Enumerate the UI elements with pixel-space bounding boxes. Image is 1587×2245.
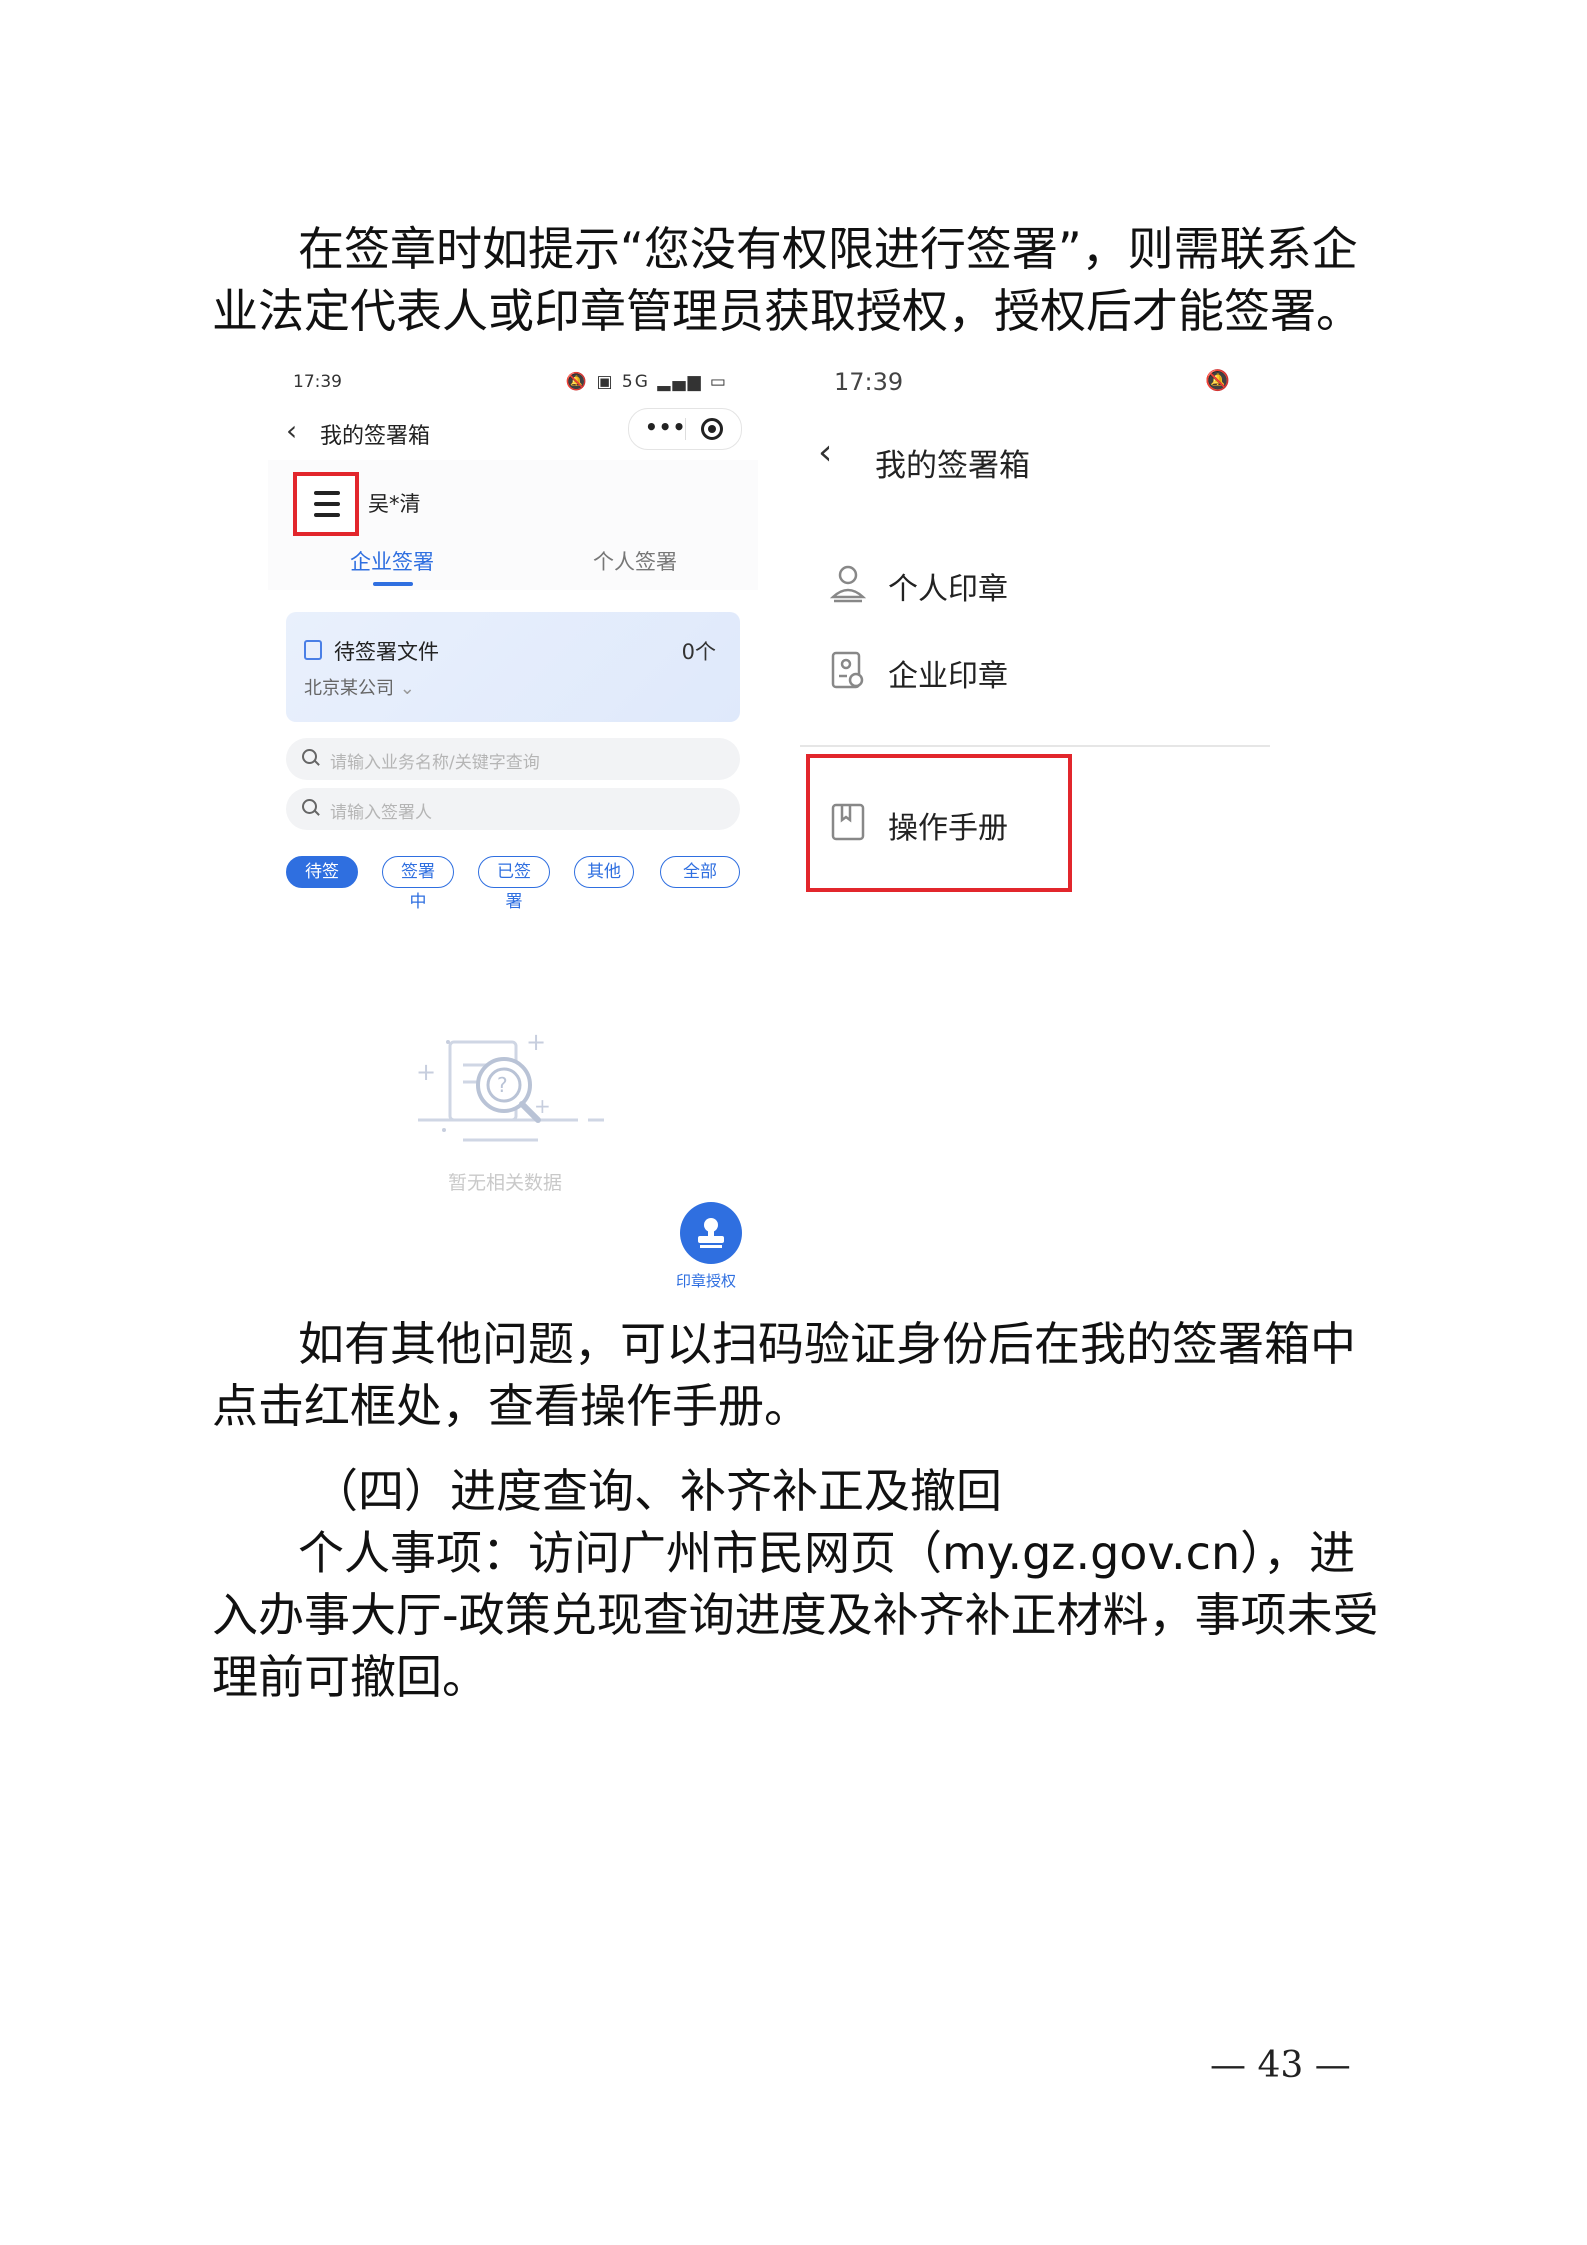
paragraph-permission-hint: 在签章时如提示“您没有权限进行签署”，则需联系企业法定代表人或印章管理员获取授权…	[212, 218, 1388, 342]
company-name: 北京某公司	[304, 678, 394, 699]
svg-text:?: ?	[497, 1073, 508, 1097]
search-icon	[302, 799, 317, 814]
more-icon[interactable]: •••	[645, 415, 686, 439]
status-icons: 🔕	[1205, 368, 1230, 392]
seal-authorization-button[interactable]	[680, 1202, 742, 1264]
person-seal-icon	[830, 565, 866, 603]
document-icon	[304, 640, 322, 660]
filter-signed[interactable]: 已签署	[478, 856, 550, 912]
pending-count: 0个	[681, 640, 716, 664]
chevron-down-icon: ⌄	[399, 678, 415, 699]
user-name: 吴*清	[368, 492, 421, 516]
back-icon[interactable]: ‹	[286, 414, 297, 447]
page-title: 我的签署箱	[875, 448, 1030, 484]
tab-indicator	[373, 582, 413, 586]
menu-divider	[800, 745, 1270, 747]
page-number: — 43 —	[1210, 2045, 1351, 2086]
filter-pending[interactable]: 待签署	[286, 856, 358, 912]
enterprise-seal-icon	[831, 651, 864, 689]
pending-documents-card[interactable]: 待签署文件 0个 北京某公司 ⌄	[286, 612, 740, 722]
filter-other[interactable]: 其他	[574, 856, 634, 888]
search-signer-input[interactable]: 请输入签署人	[286, 788, 740, 830]
screenshot-signing-box: 17:39 🔕 ▣ 5G ▂▄▆ ▭ ‹ 我的签署箱 ••• 吴*清 企业签署 …	[268, 360, 758, 1310]
paragraph-text: 个人事项：访问广州市民网页（my.gz.gov.cn），进入办事大厅-政策兑现查…	[212, 1526, 1379, 1704]
capsule-divider	[685, 418, 686, 440]
paragraph-personal-matters: 个人事项：访问广州市民网页（my.gz.gov.cn），进入办事大厅-政策兑现查…	[212, 1522, 1388, 1708]
pending-title: 待签署文件	[334, 640, 439, 664]
paragraph-text: 在签章时如提示“您没有权限进行签署”，则需联系企业法定代表人或印章管理员获取授权…	[212, 222, 1362, 338]
menu-item-label: 企业印章	[888, 659, 1008, 694]
filter-all[interactable]: 全部	[660, 856, 740, 888]
stamp-icon	[698, 1218, 724, 1248]
svg-text:+: +	[416, 1058, 436, 1086]
search-icon	[302, 749, 317, 764]
page-title: 我的签署箱	[320, 424, 431, 449]
empty-state-icon: ? + + +	[416, 1028, 604, 1142]
search-placeholder: 请输入签署人	[330, 803, 432, 823]
close-miniapp-icon[interactable]	[701, 418, 723, 440]
menu-icon[interactable]	[293, 472, 359, 536]
section-heading: （四）进度查询、补齐补正及撤回	[212, 1460, 1388, 1522]
screenshot-signing-box-menu: 17:39 🔕 ‹ 我的签署箱 个人印章 企业印章 操作手册	[800, 360, 1270, 892]
search-business-input[interactable]: 请输入业务名称/关键字查询	[286, 738, 740, 780]
tab-personal-signing[interactable]: 个人签署	[593, 546, 677, 576]
paragraph-other-issues: 如有其他问题，可以扫码验证身份后在我的签署箱中点击红框处，查看操作手册。	[212, 1313, 1388, 1437]
tab-enterprise-signing[interactable]: 企业签署	[350, 546, 434, 576]
back-icon[interactable]: ‹	[818, 432, 832, 473]
search-placeholder: 请输入业务名称/关键字查询	[330, 753, 540, 773]
status-icons: 🔕 ▣ 5G ▂▄▆ ▭	[565, 372, 728, 392]
paragraph-text: 如有其他问题，可以扫码验证身份后在我的签署箱中点击红框处，查看操作手册。	[212, 1317, 1356, 1433]
empty-state-text: 暂无相关数据	[448, 1172, 563, 1194]
company-selector[interactable]: 北京某公司 ⌄	[304, 674, 415, 700]
heading-text: （四）进度查询、补齐补正及撤回	[312, 1464, 1002, 1518]
status-time: 17:39	[834, 368, 904, 396]
miniapp-capsule[interactable]: •••	[628, 408, 742, 450]
svg-text:+: +	[526, 1028, 546, 1056]
seal-authorization-label: 印章授权	[676, 1272, 737, 1290]
svg-text:+: +	[534, 1094, 551, 1118]
highlight-box	[806, 754, 1072, 892]
menu-item-label: 个人印章	[888, 572, 1008, 607]
status-time: 17:39	[293, 372, 342, 392]
filter-signing[interactable]: 签署中	[382, 856, 454, 912]
